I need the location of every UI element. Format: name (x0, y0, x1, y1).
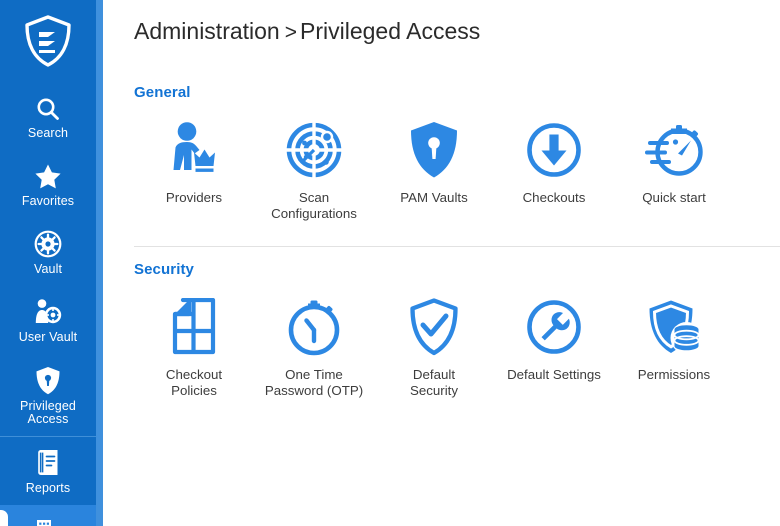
sidebar-item-label: Vault (34, 263, 62, 276)
policy-document-icon (163, 296, 225, 358)
tile-label: Quick start (642, 190, 706, 206)
sidebar-scrollbar[interactable] (96, 0, 103, 526)
user-vault-icon (33, 296, 63, 326)
sidebar-item-label: User Vault (19, 331, 77, 344)
radar-scan-icon (283, 119, 345, 181)
tile-scan-configurations[interactable]: ScanConfigurations (254, 119, 374, 222)
sidebar-item-administration[interactable]: Administration (0, 505, 96, 526)
sidebar-item-user-vault[interactable]: User Vault (0, 286, 96, 354)
tile-row-security: CheckoutPolicies (134, 296, 780, 399)
section-title: General (134, 84, 780, 101)
tile-label: DefaultSecurity (410, 367, 458, 399)
search-icon (35, 92, 61, 122)
sidebar-item-label: Favorites (22, 195, 74, 208)
tile-permissions[interactable]: Permissions (614, 296, 734, 399)
sidebar-item-label: Search (28, 127, 68, 140)
shield-database-icon (643, 296, 705, 358)
primary-sidebar: Search Favorites (0, 0, 103, 526)
tile-pam-vaults[interactable]: PAM Vaults (374, 119, 494, 222)
shield-logo-icon (22, 14, 74, 68)
tile-checkouts[interactable]: Checkouts (494, 119, 614, 222)
report-book-icon (35, 447, 61, 477)
app-logo[interactable] (0, 0, 96, 82)
application-window: Search Favorites (0, 0, 780, 526)
tile-one-time-password[interactable]: One TimePassword (OTP) (254, 296, 374, 399)
breadcrumb-root[interactable]: Administration (134, 18, 280, 44)
section-divider (134, 246, 780, 247)
tile-providers[interactable]: Providers (134, 119, 254, 222)
vault-gear-icon (34, 228, 62, 258)
clock-otp-icon (283, 296, 345, 358)
tile-default-security[interactable]: DefaultSecurity (374, 296, 494, 399)
star-icon (34, 160, 62, 190)
breadcrumb-current: Privileged Access (300, 18, 480, 44)
breadcrumb: Administration>Privileged Access (134, 18, 480, 45)
sidebar-item-label: PrivilegedAccess (20, 400, 76, 426)
sidebar-item-label: Reports (26, 482, 70, 495)
shield-check-icon (403, 296, 465, 358)
tile-label: ScanConfigurations (271, 190, 357, 222)
tile-label: Permissions (638, 367, 710, 383)
shield-lock-icon (35, 365, 61, 395)
chevron-right-icon: > (285, 21, 297, 44)
sidebar-item-search[interactable]: Search (0, 82, 96, 150)
sidebar-item-vault[interactable]: Vault (0, 218, 96, 286)
sidebar-inner: Search Favorites (0, 0, 96, 526)
section-security: Security Chec (134, 261, 780, 399)
shield-keyhole-icon (403, 119, 465, 181)
stopwatch-speed-icon (643, 119, 705, 181)
tile-checkout-policies[interactable]: CheckoutPolicies (134, 296, 254, 399)
section-title: Security (134, 261, 780, 278)
sidebar-item-privileged-access[interactable]: PrivilegedAccess (0, 354, 96, 436)
download-circle-icon (523, 119, 585, 181)
main-content: Administration>Privileged Access General… (103, 0, 780, 526)
tile-label: CheckoutPolicies (166, 367, 222, 399)
tile-label: PAM Vaults (400, 190, 468, 206)
tile-label: Default Settings (507, 367, 601, 383)
sidebar-item-reports[interactable]: Reports (0, 437, 96, 505)
tile-label: Checkouts (523, 190, 586, 206)
tile-default-settings[interactable]: Default Settings (494, 296, 614, 399)
provider-person-crown-icon (163, 119, 225, 181)
administration-icon (34, 515, 63, 526)
section-general: General Providers (134, 84, 780, 222)
wrench-circle-icon (523, 296, 585, 358)
tile-quick-start[interactable]: Quick start (614, 119, 734, 222)
tile-row-general: Providers (134, 119, 780, 222)
tile-label: Providers (166, 190, 222, 206)
tile-label: One TimePassword (OTP) (265, 367, 363, 399)
sidebar-item-favorites[interactable]: Favorites (0, 150, 96, 218)
